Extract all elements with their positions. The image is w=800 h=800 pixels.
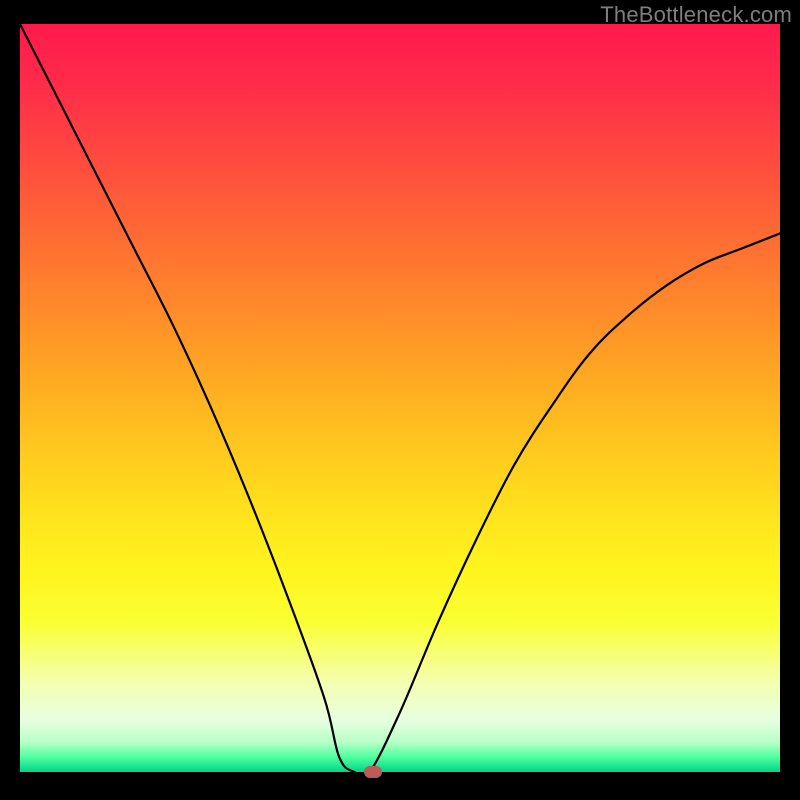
watermark-text: TheBottleneck.com	[600, 2, 792, 28]
plot-background	[20, 24, 780, 772]
optimum-marker	[364, 766, 382, 778]
chart-frame: TheBottleneck.com	[0, 0, 800, 800]
